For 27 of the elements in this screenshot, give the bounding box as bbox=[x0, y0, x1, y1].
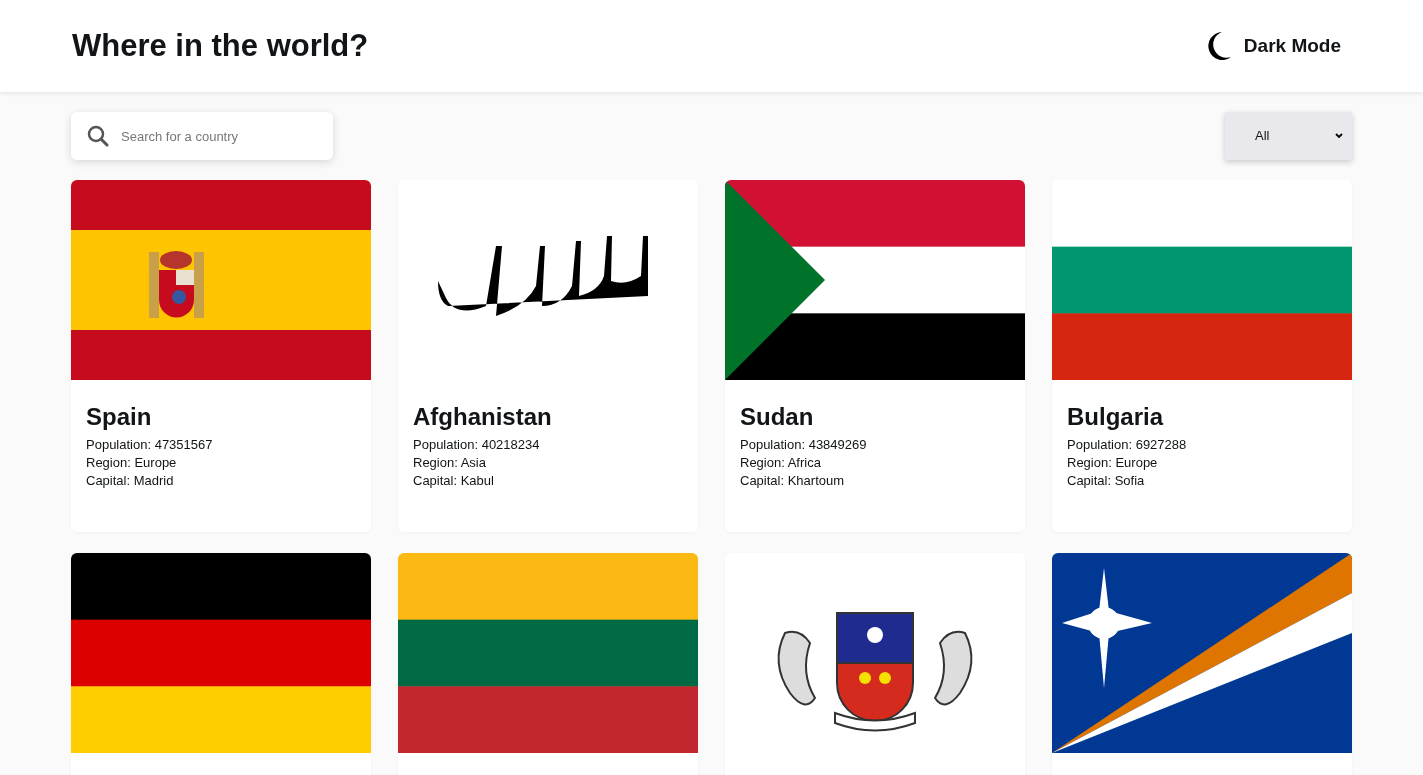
region-select[interactable]: All bbox=[1225, 112, 1352, 160]
chevron-down-icon bbox=[1334, 132, 1344, 140]
region-text: Region: Europe bbox=[1067, 454, 1159, 472]
country-name: Bulgaria bbox=[1067, 402, 1165, 432]
country-card[interactable]: Sudan Population: 43849269 Region: Africa Capital: Khartoum bbox=[725, 180, 1025, 532]
capital-text: Capital: Sofia bbox=[1067, 472, 1146, 490]
region-text: Region: Africa bbox=[740, 454, 822, 472]
country-name: Afghanistan bbox=[413, 402, 553, 432]
page-title: Where in the world? bbox=[72, 26, 369, 65]
population-text: Population: 47351567 bbox=[86, 436, 214, 454]
country-name: Spain bbox=[86, 402, 153, 432]
region-text: Region: Europe bbox=[86, 454, 178, 472]
population-text: Population: 6927288 bbox=[1067, 436, 1188, 454]
country-card[interactable]: Bulgaria Population: 6927288 Region: Europe Capital: Sofia bbox=[1052, 180, 1352, 532]
capital-text: Capital: Madrid bbox=[86, 472, 175, 490]
capital-text: Capital: Khartoum bbox=[740, 472, 846, 490]
search-field[interactable]: Search for a country bbox=[71, 112, 333, 160]
country-name: Sudan bbox=[740, 402, 815, 432]
country-card[interactable]: Spain Population: 47351567 Region: Europe Capital: Madrid bbox=[71, 180, 371, 532]
region-text: Region: Asia bbox=[413, 454, 487, 472]
population-text: Population: 43849269 bbox=[740, 436, 868, 454]
country-card[interactable]: Afghanistan Population: 40218234 Region: Asia Capital: Kabul bbox=[398, 180, 698, 532]
population-text: Population: 40218234 bbox=[413, 436, 541, 454]
search-icon bbox=[87, 125, 109, 147]
capital-text: Capital: Kabul bbox=[413, 472, 495, 490]
moon-icon bbox=[1205, 31, 1232, 61]
dark-mode-toggle[interactable]: Dark Mode bbox=[1205, 31, 1341, 61]
